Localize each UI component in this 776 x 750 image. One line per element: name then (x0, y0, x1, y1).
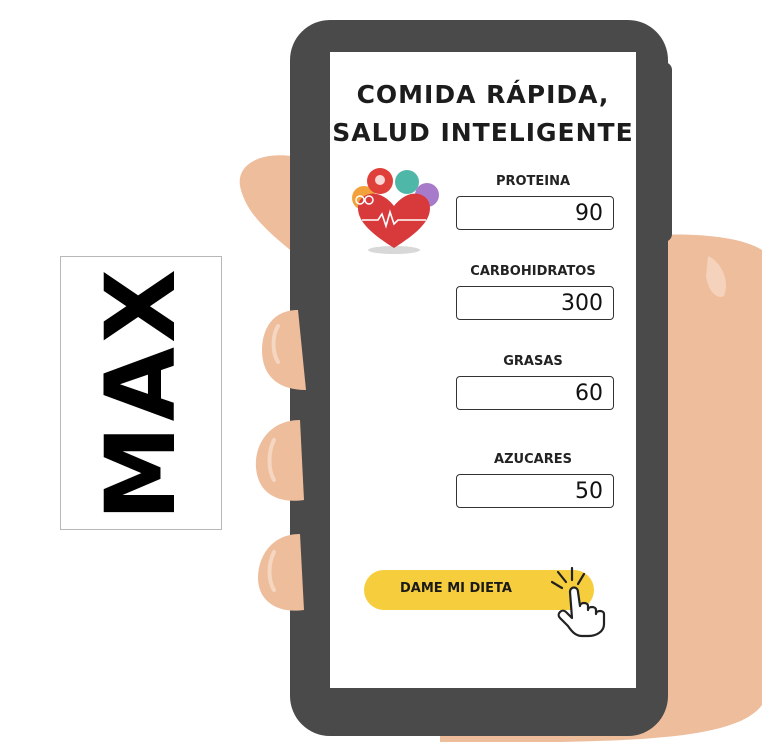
dame-mi-dieta-label: DAME MI DIETA (400, 581, 512, 596)
health-logo-icon (352, 168, 439, 254)
carbohidratos-input[interactable]: 300 (456, 286, 614, 320)
carbohidratos-label: CARBOHIDRATOS (470, 264, 596, 279)
phone-screen: COMIDA RÁPIDA, SALUD INTELIGENTE PROTEIN… (330, 52, 636, 688)
app-title: COMIDA RÁPIDA, SALUD INTELIGENTE (330, 76, 636, 152)
azucares-label: AZUCARES (494, 452, 572, 467)
pointer-hand-icon (550, 566, 606, 638)
app-title-line2: SALUD INTELIGENTE (332, 118, 634, 147)
proteina-label: PROTEINA (495, 174, 571, 189)
proteina-input[interactable]: 90 (456, 196, 614, 230)
app-title-line1: COMIDA RÁPIDA, (356, 80, 610, 109)
grasas-input[interactable]: 60 (456, 376, 614, 410)
grasas-label: GRASAS (503, 354, 563, 369)
azucares-input[interactable]: 50 (456, 474, 614, 508)
